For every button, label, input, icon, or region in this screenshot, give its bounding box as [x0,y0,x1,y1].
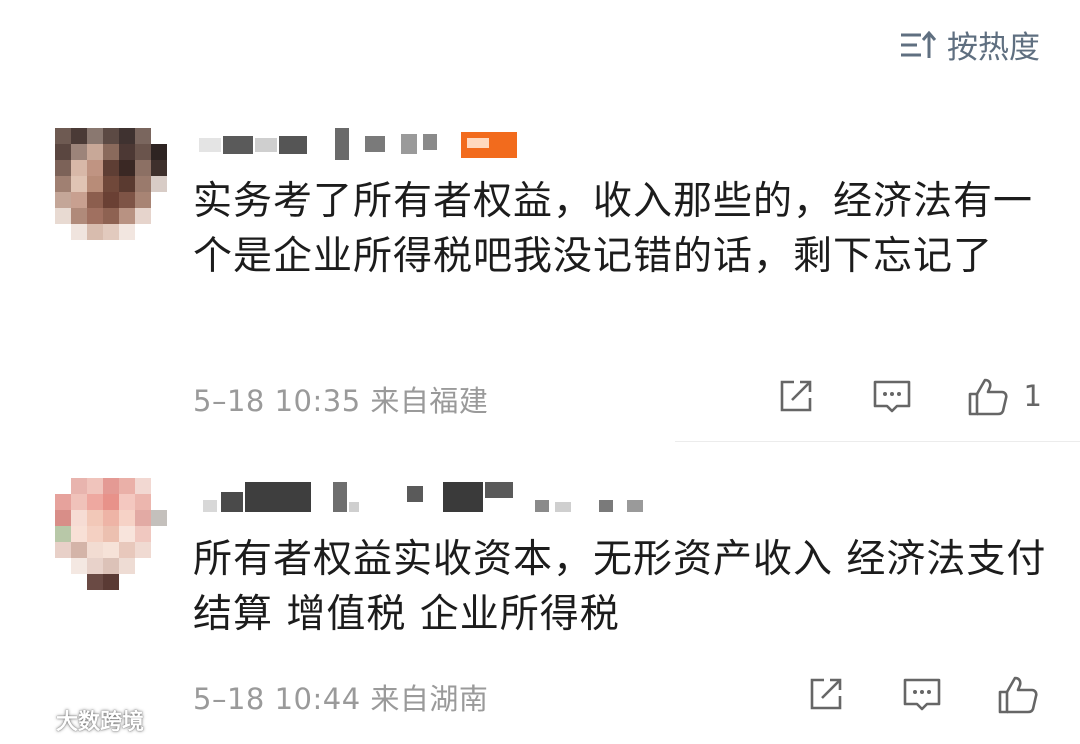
thumbs-up-icon [968,378,1008,416]
weibo-logo-icon [9,709,49,733]
username-blurred[interactable] [195,128,525,160]
comment-meta: 5–18 10:35 来自福建 [193,384,489,418]
reply-button[interactable] [870,374,914,418]
share-button[interactable] [774,374,818,418]
like-button[interactable]: 1 [966,374,1042,418]
comment-actions [804,672,1040,716]
avatar[interactable] [55,128,167,240]
comment-meta: 5–18 10:44 来自湖南 [193,682,489,716]
comment-text: 所有者权益实收资本，无形资产收入 经济法支付结算 增值税 企业所得税 [193,537,1047,637]
share-icon [810,678,842,710]
comment-actions: 1 [774,374,1042,418]
watermark-text: 大数跨境 [56,710,145,735]
sort-lines-icon [901,30,937,58]
comment-bubble-icon [873,380,910,413]
share-button[interactable] [804,672,848,716]
avatar[interactable] [55,478,167,590]
username-blurred[interactable] [195,478,643,512]
like-button[interactable] [996,672,1040,716]
like-count: 1 [1023,379,1042,413]
reply-button[interactable] [900,672,944,716]
thumbs-up-icon [998,676,1038,714]
watermark: 大数跨境 [8,704,144,736]
comment-text: 实务考了所有者权益，收入那些的，经济法有一个是企业所得税吧我没记错的话，剩下忘记… [193,179,1034,279]
sort-label: 按热度 [947,30,1040,66]
share-icon [780,380,811,412]
comment-bubble-icon [903,678,941,711]
comment-divider [675,441,1080,442]
sort-by-heat-button[interactable]: 按热度 [899,22,1040,67]
